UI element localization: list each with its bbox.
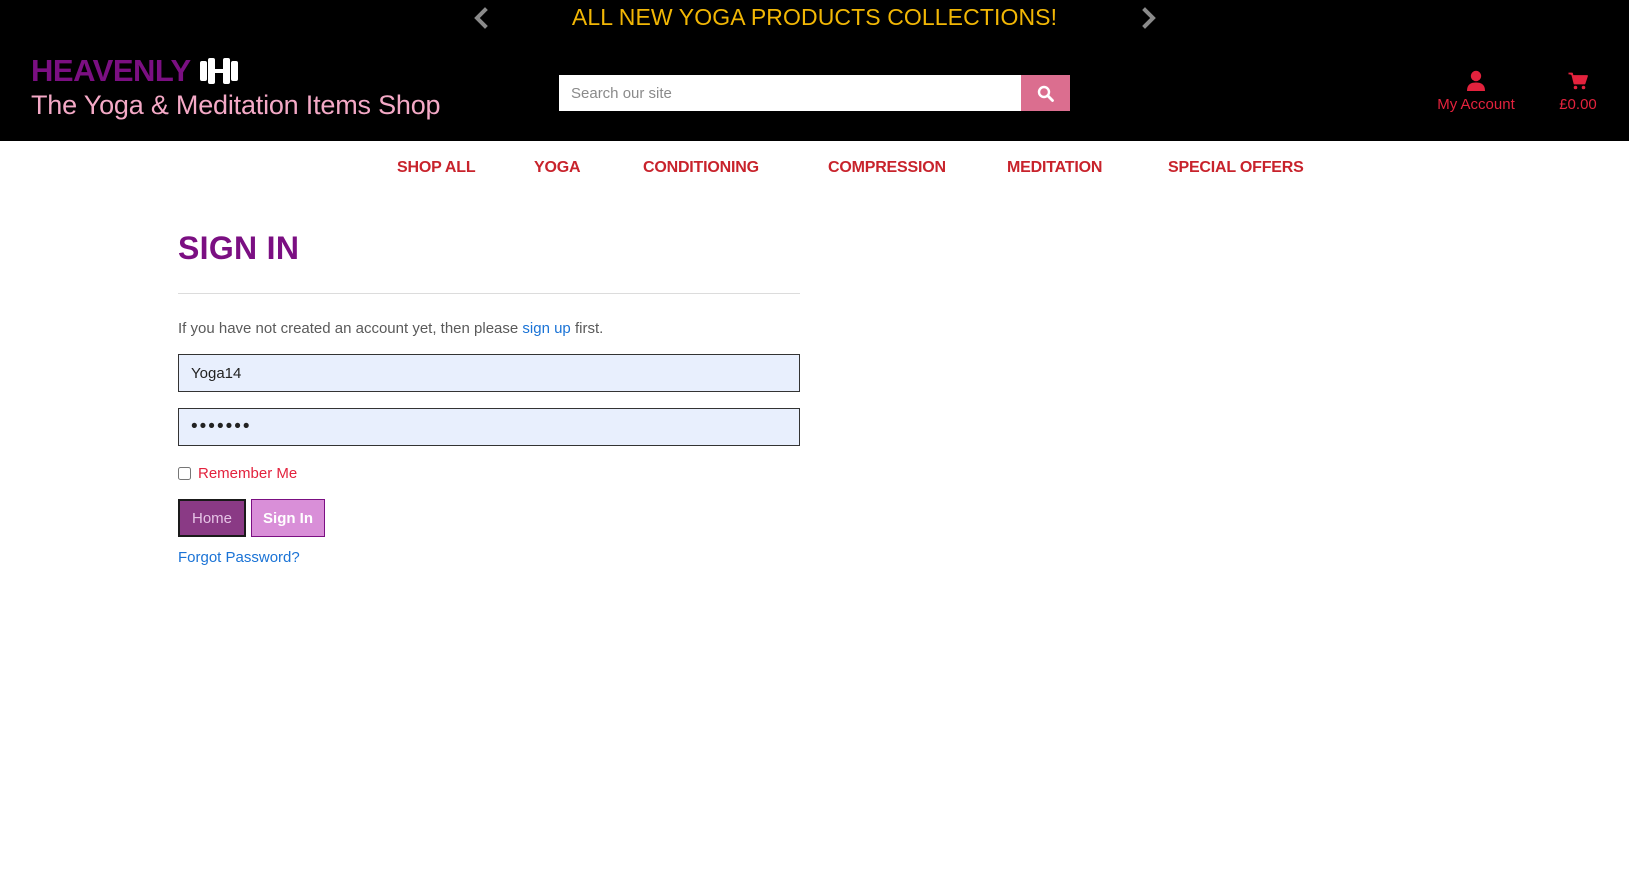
brand-name-row: HEAVENLY	[31, 53, 440, 89]
promo-banner: ALL NEW YOGA PRODUCTS COLLECTIONS!	[0, 0, 1629, 36]
signin-section: SIGN IN If you have not created an accou…	[178, 230, 800, 567]
password-field[interactable]	[178, 408, 800, 446]
shopping-cart-icon	[1568, 72, 1588, 90]
brand-name: HEAVENLY	[31, 53, 191, 88]
signup-prompt-after: first.	[570, 320, 604, 337]
signup-prompt-before: If you have not created an account yet, …	[178, 320, 523, 337]
page-title: SIGN IN	[178, 230, 300, 266]
nav-item-conditioning[interactable]: CONDITIONING	[643, 159, 759, 177]
user-icon	[1467, 70, 1485, 91]
brand-logo[interactable]: HEAVENLY The Yoga & Meditation Items Sho…	[31, 53, 441, 121]
my-account-label: My Account	[1437, 96, 1515, 113]
site-header: ALL NEW YOGA PRODUCTS COLLECTIONS! HEAVE…	[0, 0, 1629, 141]
chevron-right-icon	[1142, 7, 1156, 29]
remember-me[interactable]: Remember Me	[178, 465, 800, 482]
form-buttons: Home Sign In	[178, 499, 800, 537]
nav-item-shop-all[interactable]: SHOP ALL	[397, 159, 476, 177]
banner-text: ALL NEW YOGA PRODUCTS COLLECTIONS!	[571, 4, 1058, 30]
search-input[interactable]	[559, 75, 1021, 111]
search-button[interactable]	[1021, 75, 1070, 111]
nav-item-yoga[interactable]: YOGA	[534, 159, 581, 177]
my-account-link[interactable]: My Account	[1432, 69, 1520, 113]
brand-tagline: The Yoga & Meditation Items Shop	[31, 90, 441, 120]
username-field[interactable]	[178, 354, 800, 392]
main-nav: SHOP ALL YOGA CONDITIONING COMPRESSION M…	[0, 159, 1629, 181]
remember-me-label: Remember Me	[198, 465, 298, 482]
nav-item-meditation[interactable]: MEDITATION	[1007, 159, 1102, 177]
sign-up-link[interactable]: sign up	[522, 320, 570, 337]
signup-prompt: If you have not created an account yet, …	[178, 320, 800, 337]
home-button[interactable]: Home	[178, 499, 247, 537]
forgot-password-link[interactable]: Forgot Password?	[178, 549, 300, 566]
sign-in-button[interactable]: Sign In	[251, 499, 326, 537]
nav-item-compression[interactable]: COMPRESSION	[828, 159, 946, 177]
search-bar	[559, 75, 1070, 111]
remember-me-checkbox[interactable]	[178, 467, 191, 480]
banner-next-button[interactable]	[1136, 6, 1160, 30]
nav-item-special-offers[interactable]: SPECIAL OFFERS	[1168, 159, 1304, 177]
title-divider	[178, 293, 800, 294]
cart-total: £0.00	[1559, 96, 1597, 113]
cart-link[interactable]: £0.00	[1548, 69, 1608, 113]
dumbbell-icon	[199, 58, 238, 84]
search-icon	[1037, 85, 1054, 102]
